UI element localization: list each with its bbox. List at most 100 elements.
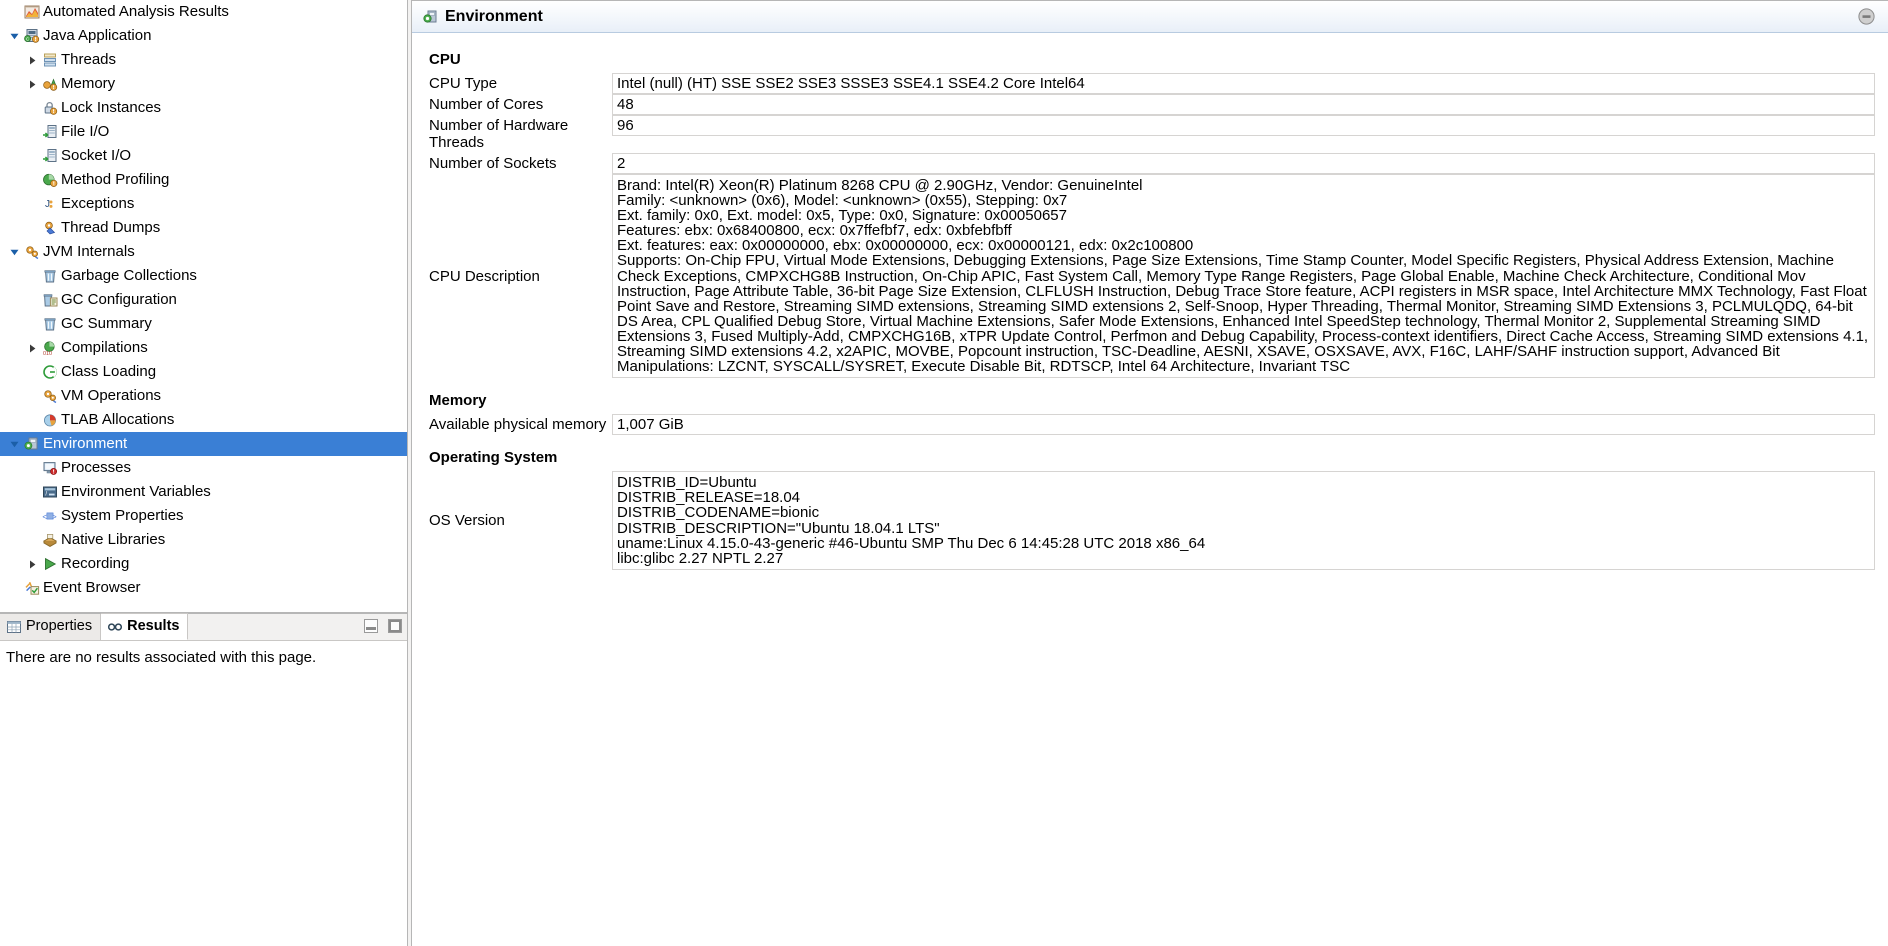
tab-results[interactable]: Results [101, 613, 189, 640]
results-glasses-icon [107, 619, 123, 635]
chevron-right-icon[interactable] [24, 552, 40, 576]
environment-icon [422, 8, 440, 26]
tree-item-tlab-allocations[interactable]: TLAB Allocations [0, 408, 407, 432]
label-available-physical-memory: Available physical memory [429, 416, 607, 434]
tree-item-jvm-internals[interactable]: JVM Internals [0, 240, 407, 264]
thread-dumps-icon [40, 218, 60, 238]
tree-item-gc-configuration[interactable]: GC Configuration [0, 288, 407, 312]
value-os-version[interactable]: DISTRIB_ID=Ubuntu DISTRIB_RELEASE=18.04 … [612, 471, 1875, 570]
tree-twisty-none [6, 576, 22, 600]
tree-item-label: Lock Instances [61, 99, 162, 116]
tree-item-file-i-o[interactable]: File I/O [0, 120, 407, 144]
tree-item-compilations[interactable]: 010 Compilations [0, 336, 407, 360]
value-number-of-sockets-wrap: 2 [612, 153, 1875, 174]
tree-item-label: TLAB Allocations [61, 411, 175, 428]
jmc-window: Automated Analysis Results C Java Applicat… [0, 0, 1888, 946]
threads-icon [40, 50, 60, 70]
tree-item-exceptions[interactable]: J Exceptions [0, 192, 407, 216]
svg-text:>: > [52, 512, 57, 521]
system-properties-icon: < > [40, 506, 60, 526]
tree-twisty-none [24, 456, 40, 480]
tree-item-class-loading[interactable]: Class Loading [0, 360, 407, 384]
tree-item-label: GC Configuration [61, 291, 177, 308]
tree-item-label: Class Loading [61, 363, 157, 380]
tree-item-vm-operations[interactable]: VM Operations [0, 384, 407, 408]
tree-item-label: Processes [61, 459, 132, 476]
chevron-right-icon[interactable] [24, 336, 40, 360]
tree-item-socket-i-o[interactable]: Socket I/O [0, 144, 407, 168]
value-number-of-cores[interactable]: 48 [612, 94, 1875, 115]
file-io-icon [40, 122, 60, 142]
tlab-allocations-icon [40, 410, 60, 430]
tab-label: Results [127, 617, 180, 634]
tree-twisty-none [24, 120, 40, 144]
tree-item-processes[interactable]: Processes [0, 456, 407, 480]
value-number-of-cores-wrap: 48 [612, 94, 1875, 115]
tree-item-java-application[interactable]: C Java Application [0, 24, 407, 48]
results-empty-message: There are no results associated with thi… [6, 649, 317, 666]
value-number-of-sockets[interactable]: 2 [612, 153, 1875, 174]
tree-item-threads[interactable]: Threads [0, 48, 407, 72]
tree-item-automated-analysis-results[interactable]: Automated Analysis Results [0, 0, 407, 24]
chevron-right-icon[interactable] [24, 48, 40, 72]
native-libraries-icon [40, 530, 60, 550]
tree-item-memory[interactable]: Memory [0, 72, 407, 96]
tree-item-lock-instances[interactable]: Lock Instances [0, 96, 407, 120]
tree-twisty-none [24, 96, 40, 120]
chevron-down-icon[interactable] [6, 432, 22, 456]
left-column: Automated Analysis Results C Java Applicat… [0, 0, 410, 946]
chevron-right-icon[interactable] [24, 72, 40, 96]
minimize-icon[interactable] [363, 618, 379, 634]
tree-item-thread-dumps[interactable]: Thread Dumps [0, 216, 407, 240]
svg-text:C: C [26, 36, 29, 41]
vm-operations-icon [40, 386, 60, 406]
tree-item-environment-variables[interactable]: / Environment Variables [0, 480, 407, 504]
value-cpu-description[interactable]: Brand: Intel(R) Xeon(R) Platinum 8268 CP… [612, 174, 1875, 379]
maximize-icon[interactable] [387, 618, 403, 634]
gc-configuration-icon [40, 290, 60, 310]
tree-item-label: Event Browser [43, 579, 141, 596]
tree-item-label: Automated Analysis Results [43, 3, 229, 20]
memory-icon [40, 74, 60, 94]
chevron-down-icon[interactable] [6, 24, 22, 48]
tree-item-garbage-collections[interactable]: Garbage Collections [0, 264, 407, 288]
tree-item-system-properties[interactable]: < > System Properties [0, 504, 407, 528]
value-available-physical-memory[interactable]: 1,007 GiB [612, 414, 1875, 436]
tree-twisty-none [24, 168, 40, 192]
tree-item-label: Method Profiling [61, 171, 170, 188]
jvm-internals-icon [22, 242, 42, 262]
tree-item-gc-summary[interactable]: GC Summary [0, 312, 407, 336]
chevron-down-icon[interactable] [6, 240, 22, 264]
tree-twisty-none [24, 360, 40, 384]
section-operating-system: Operating System [429, 449, 558, 467]
tree-twisty-none [24, 408, 40, 432]
value-available-physical-memory-wrap: 1,007 GiB [612, 414, 1875, 436]
tree-item-method-profiling[interactable]: Method Profiling [0, 168, 407, 192]
value-hardware-threads[interactable]: 96 [612, 115, 1875, 136]
tree-item-recording[interactable]: Recording [0, 552, 407, 576]
tree-item-label: JVM Internals [43, 243, 135, 260]
tree-item-native-libraries[interactable]: Native Libraries [0, 528, 407, 552]
tree-item-environment[interactable]: Environment [0, 432, 407, 456]
minimize-icon[interactable] [1858, 8, 1875, 25]
tab-properties[interactable]: Properties [0, 614, 102, 640]
value-hardware-threads-wrap: 96 [612, 115, 1875, 153]
processes-icon [40, 458, 60, 478]
tree-item-label: VM Operations [61, 387, 162, 404]
value-cpu-type[interactable]: Intel (null) (HT) SSE SSE2 SSE3 SSSE3 SS… [612, 73, 1875, 94]
outline-tree[interactable]: Automated Analysis Results C Java Applicat… [0, 0, 408, 613]
tree-item-label: Exceptions [61, 195, 135, 212]
tree-item-event-browser[interactable]: Event Browser [0, 576, 407, 600]
tree-twisty-none [24, 480, 40, 504]
label-cpu-description: CPU Description [429, 267, 540, 285]
